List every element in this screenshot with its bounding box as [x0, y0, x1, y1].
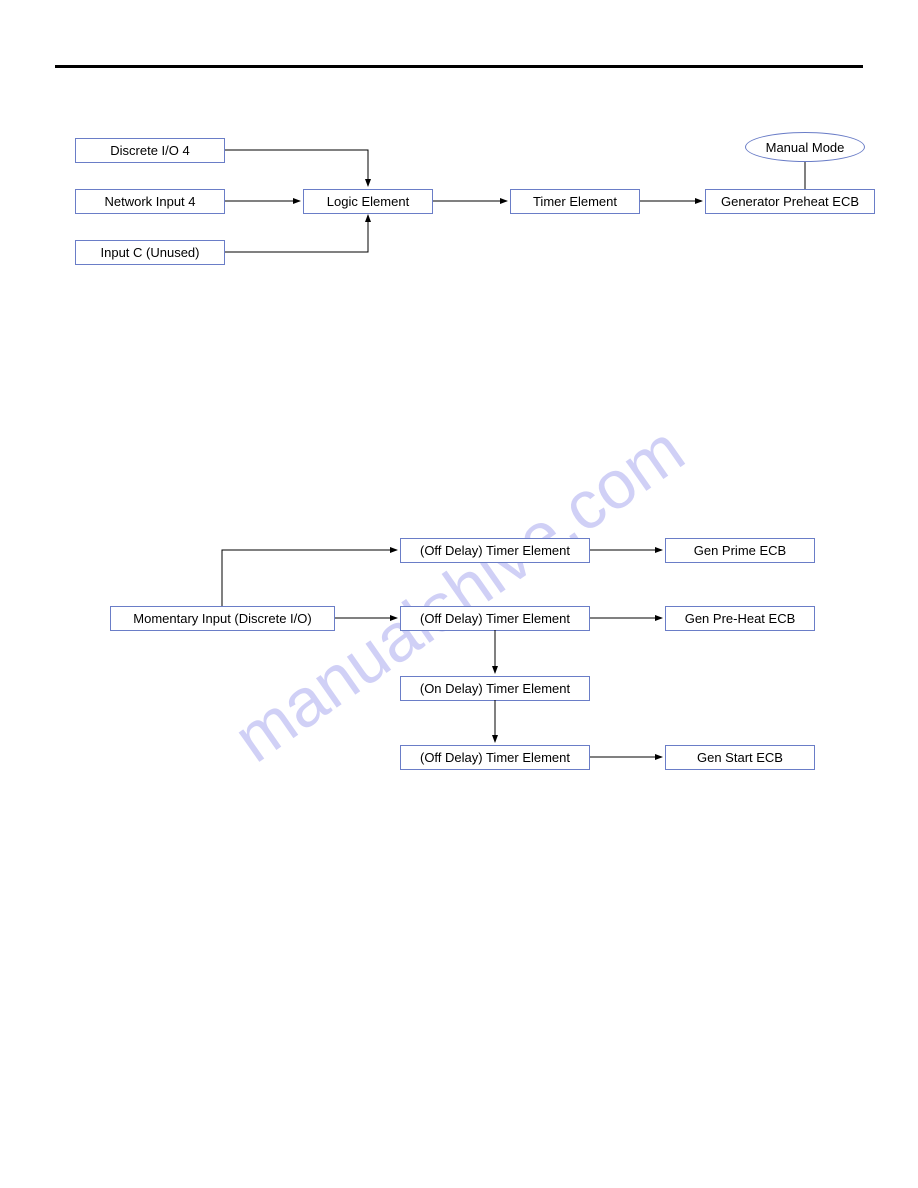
connectors-diagram2	[0, 0, 918, 820]
